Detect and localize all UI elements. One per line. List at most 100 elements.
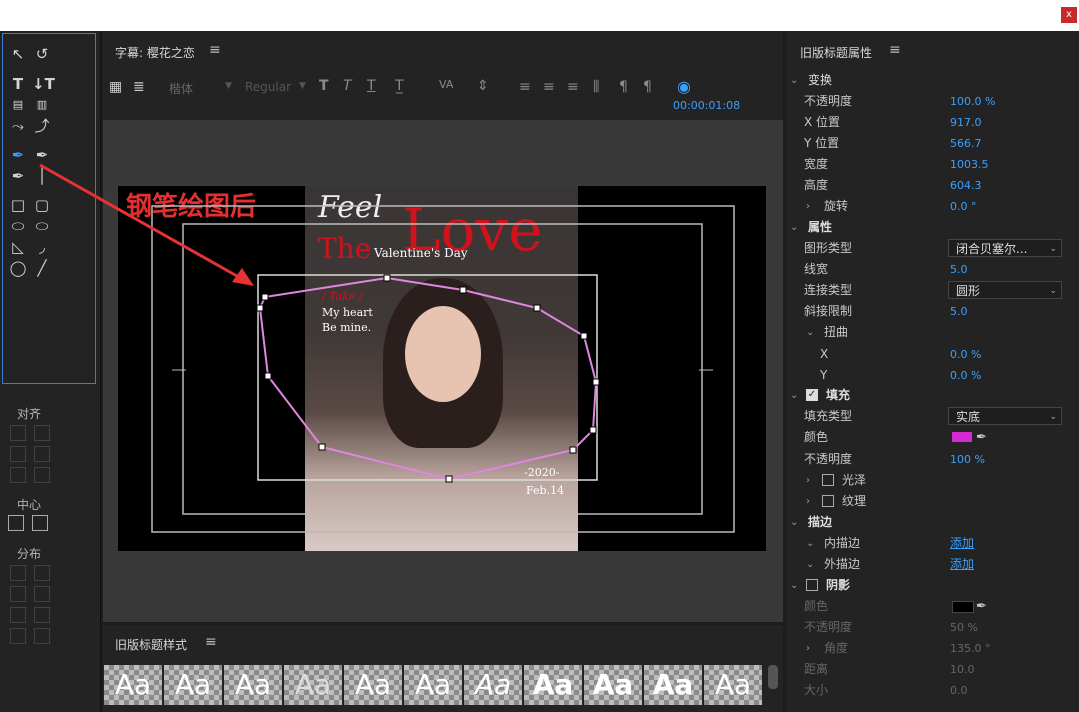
anchor-points[interactable] — [256, 274, 600, 483]
chevron-down-icon[interactable]: ⌄ — [790, 385, 798, 406]
styles-panel-header: 旧版标题样式 ≡ — [103, 625, 783, 660]
style-swatch[interactable]: Aa — [524, 665, 582, 705]
annotation-arrow-head — [232, 268, 254, 286]
add-outer-stroke-link[interactable]: 添加 — [950, 554, 974, 575]
value[interactable]: 10.0 — [950, 659, 975, 680]
style-swatch[interactable]: Aa — [104, 665, 162, 705]
label: 颜色 — [804, 599, 829, 613]
attributes-section[interactable]: ⌄ 属性 — [786, 217, 1079, 238]
shadow-checkbox[interactable] — [806, 579, 818, 591]
shape-bounding-box[interactable] — [257, 274, 598, 481]
chevron-down-icon[interactable]: ⌄ — [806, 533, 814, 554]
style-swatch[interactable]: Aa — [164, 665, 222, 705]
shadow-opacity-row: 不透明度 50 % — [786, 617, 1079, 638]
chevron-down-icon: ⌄ — [1049, 412, 1057, 422]
value[interactable]: 50 % — [950, 617, 978, 638]
label: Y 位置 — [804, 136, 840, 150]
value[interactable]: 135.0 ° — [950, 638, 991, 659]
value[interactable]: 0.0 ° — [950, 196, 977, 217]
style-swatch[interactable]: Aa — [464, 665, 522, 705]
y-position-row: Y 位置 566.7 — [786, 133, 1079, 154]
style-swatch[interactable]: Aa — [344, 665, 402, 705]
value[interactable]: 566.7 — [950, 133, 982, 154]
style-swatch[interactable]: Aa — [404, 665, 462, 705]
x-position-row: X 位置 917.0 — [786, 112, 1079, 133]
chevron-right-icon[interactable]: › — [806, 638, 810, 659]
shadow-section[interactable]: ⌄ 阴影 — [786, 575, 1079, 596]
label: 不透明度 — [804, 452, 853, 466]
shadow-color-swatch[interactable] — [952, 601, 974, 613]
height-row: 高度 604.3 — [786, 175, 1079, 196]
properties-panel: 旧版标题属性 ≡ ⌄ 变换 不透明度 100.0 % X 位置 917.0 Y 位置… — [786, 31, 1079, 712]
value[interactable]: 5.0 — [950, 259, 968, 280]
chevron-down-icon[interactable]: ⌄ — [790, 70, 798, 91]
miter-row: 斜接限制 5.0 — [786, 301, 1079, 322]
fill-checkbox[interactable]: ✓ — [806, 389, 818, 401]
outer-stroke-row: ⌄ 外描边 添加 — [786, 554, 1079, 575]
chevron-down-icon[interactable]: ⌄ — [806, 322, 814, 343]
texture-checkbox[interactable] — [822, 495, 834, 507]
value[interactable]: 0.0 % — [950, 344, 981, 365]
eyedropper-icon[interactable]: ✒ — [976, 427, 987, 448]
properties-menu-icon[interactable]: ≡ — [889, 42, 901, 58]
value[interactable]: 604.3 — [950, 175, 982, 196]
bezier-path[interactable] — [258, 276, 598, 481]
label: 宽度 — [804, 157, 829, 171]
eyedropper-icon[interactable]: ✒ — [976, 596, 987, 617]
stroke-label: 描边 — [808, 515, 833, 529]
fill-color-swatch[interactable] — [952, 432, 972, 442]
fill-color-row: 颜色 ✒ — [786, 427, 1079, 448]
join-type-select[interactable]: 圆形 ⌄ — [948, 281, 1062, 299]
label: 斜接限制 — [804, 304, 853, 318]
value[interactable]: 100.0 % — [950, 91, 995, 112]
width-row: 宽度 1003.5 — [786, 154, 1079, 175]
sheen-checkbox[interactable] — [822, 474, 834, 486]
sheen-row[interactable]: › 光泽 — [786, 470, 1079, 491]
attributes-label: 属性 — [808, 220, 833, 234]
transform-section[interactable]: ⌄ 变换 — [786, 70, 1079, 91]
join-type-row: 连接类型 圆形 ⌄ — [786, 280, 1079, 301]
chevron-down-icon[interactable]: ⌄ — [790, 217, 798, 238]
label: 外描边 — [824, 557, 861, 571]
shadow-angle-row: › 角度 135.0 ° — [786, 638, 1079, 659]
chevron-right-icon[interactable]: › — [806, 491, 810, 512]
distort-row[interactable]: ⌄ 扭曲 — [786, 322, 1079, 343]
transform-opacity-row: 不透明度 100.0 % — [786, 91, 1079, 112]
value[interactable]: 0.0 % — [950, 365, 981, 386]
fill-section[interactable]: ⌄ ✓ 填充 — [786, 385, 1079, 406]
style-swatch[interactable]: Aa — [584, 665, 642, 705]
label: 距离 — [804, 662, 829, 676]
value[interactable]: 1003.5 — [950, 154, 989, 175]
label: X 位置 — [804, 115, 841, 129]
label: 光泽 — [842, 473, 867, 487]
value[interactable]: 917.0 — [950, 112, 982, 133]
styles-panel-menu-icon[interactable]: ≡ — [205, 634, 217, 650]
title-safe-margin — [182, 223, 703, 515]
style-swatch[interactable]: Aa — [704, 665, 762, 705]
fill-type-select[interactable]: 实底 ⌄ — [948, 407, 1062, 425]
properties-title: 旧版标题属性 — [800, 46, 873, 60]
style-swatch[interactable]: Aa — [284, 665, 342, 705]
chevron-down-icon[interactable]: ⌄ — [790, 575, 798, 596]
value[interactable]: 100 % — [950, 449, 985, 470]
value[interactable]: 5.0 — [950, 301, 968, 322]
style-swatch[interactable]: Aa — [224, 665, 282, 705]
graphic-type-row: 图形类型 闭合贝塞尔... ⌄ — [786, 238, 1079, 259]
add-inner-stroke-link[interactable]: 添加 — [950, 533, 974, 554]
style-swatch[interactable]: Aa — [644, 665, 702, 705]
texture-row[interactable]: › 纹理 — [786, 491, 1079, 512]
chevron-down-icon[interactable]: ⌄ — [790, 512, 798, 533]
value[interactable]: 0.0 — [950, 680, 968, 701]
graphic-type-select[interactable]: 闭合贝塞尔... ⌄ — [948, 239, 1062, 257]
styles-scrollbar[interactable] — [768, 665, 778, 689]
label: 不透明度 — [804, 94, 853, 108]
stroke-section[interactable]: ⌄ 描边 — [786, 512, 1079, 533]
label: 图形类型 — [804, 241, 853, 255]
chevron-right-icon[interactable]: › — [806, 196, 810, 217]
chevron-right-icon[interactable]: › — [806, 470, 810, 491]
label: 连接类型 — [804, 283, 853, 297]
chevron-down-icon[interactable]: ⌄ — [806, 554, 814, 575]
action-safe-margin — [151, 205, 735, 533]
chevron-down-icon: ⌄ — [1049, 286, 1057, 296]
label: 纹理 — [842, 494, 867, 508]
